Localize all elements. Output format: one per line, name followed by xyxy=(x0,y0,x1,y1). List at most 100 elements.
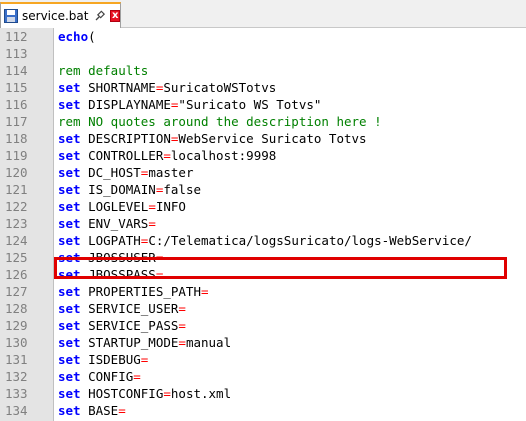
line-code: rem NO quotes around the description her… xyxy=(58,113,382,130)
line-number: 129 xyxy=(5,318,28,333)
line-code: set LOGLEVEL=INFO xyxy=(58,198,186,215)
code-line[interactable]: 124 set LOGPATH=C:/Telematica/logsSuricat… xyxy=(0,232,526,249)
text-token: DISPLAYNAME xyxy=(80,97,171,112)
line-code: set PROPERTIES_PATH= xyxy=(58,283,209,300)
line-number: 122 xyxy=(5,199,28,214)
comment-token: rem NO quotes around the description her… xyxy=(58,114,382,129)
text-token: CONFIG xyxy=(80,369,134,384)
text-token: CONTROLLER xyxy=(80,148,164,163)
line-code: set SERVICE_PASS= xyxy=(58,317,186,334)
line-number: 121 xyxy=(5,182,28,197)
keyword-token: set xyxy=(58,216,81,231)
line-code: set SHORTNAME=SuricatoWSTotvs xyxy=(58,79,276,96)
code-line[interactable]: 112 echo( xyxy=(0,28,526,45)
text-token: LOGLEVEL xyxy=(80,199,149,214)
text-token: HOSTCONFIG xyxy=(80,386,164,401)
text-token: WebService Suricato Totvs xyxy=(178,131,367,146)
line-number: 116 xyxy=(5,97,28,112)
line-code: set DC_HOST=master xyxy=(58,164,193,181)
line-number: 117 xyxy=(5,114,28,129)
operator-token: = xyxy=(148,199,156,214)
text-token: "Suricato WS Totvs" xyxy=(178,97,322,112)
text-token: SERVICE_USER xyxy=(80,301,179,316)
text-token: manual xyxy=(185,335,232,350)
text-token: STARTUP_MODE xyxy=(80,335,179,350)
line-code: set BASE= xyxy=(58,402,126,419)
code-line[interactable]: 117 rem NO quotes around the description … xyxy=(0,113,526,130)
operator-token: = xyxy=(178,335,186,350)
text-token: DC_HOST xyxy=(80,165,141,180)
code-line[interactable]: 132 set CONFIG= xyxy=(0,368,526,385)
text-token: INFO xyxy=(155,199,186,214)
line-code: set IS_DOMAIN=false xyxy=(58,181,201,198)
code-line[interactable]: 129 set SERVICE_PASS= xyxy=(0,317,526,334)
text-token: host.xml xyxy=(170,386,232,401)
code-line[interactable]: 123 set ENV_VARS= xyxy=(0,215,526,232)
tab-label: service.bat xyxy=(22,9,89,23)
code-line[interactable]: 130 set STARTUP_MODE=manual xyxy=(0,334,526,351)
text-token: SuricatoWSTotvs xyxy=(163,80,277,95)
keyword-token: set xyxy=(58,301,81,316)
pin-icon[interactable] xyxy=(94,10,106,22)
text-token: SERVICE_PASS xyxy=(80,318,179,333)
text-token: false xyxy=(163,182,202,197)
line-number: 113 xyxy=(5,46,28,61)
code-line[interactable]: 134 set BASE= xyxy=(0,402,526,419)
keyword-token: set xyxy=(58,386,81,401)
keyword-token: set xyxy=(58,80,81,95)
close-icon[interactable]: x xyxy=(110,10,120,22)
keyword-token: set xyxy=(58,97,81,112)
code-lines: 112 echo(113 114 rem defaults 115 set SHORTNA… xyxy=(0,28,526,419)
line-number: 123 xyxy=(5,216,28,231)
keyword-token: set xyxy=(58,335,81,350)
keyword-token: set xyxy=(58,233,81,248)
line-number: 124 xyxy=(5,233,28,248)
text-token: ( xyxy=(88,29,96,44)
code-editor[interactable]: 112 echo(113 114 rem defaults 115 set SHORTNA… xyxy=(0,28,526,421)
code-line[interactable]: 122 set LOGLEVEL=INFO xyxy=(0,198,526,215)
text-token: DESCRIPTION xyxy=(80,131,171,146)
line-number: 118 xyxy=(5,131,28,146)
code-line[interactable]: 133 set HOSTCONFIG=host.xml xyxy=(0,385,526,402)
keyword-token: set xyxy=(58,403,81,418)
operator-token: = xyxy=(178,301,186,316)
text-token: ENV_VARS xyxy=(80,216,149,231)
code-line[interactable]: 116 set DISPLAYNAME="Suricato WS Totvs" xyxy=(0,96,526,113)
code-line[interactable]: 131 set ISDEBUG= xyxy=(0,351,526,368)
text-token: PROPERTIES_PATH xyxy=(80,284,201,299)
line-number: 134 xyxy=(5,403,28,418)
code-line[interactable]: 119 set CONTROLLER=localhost:9998 xyxy=(0,147,526,164)
keyword-token: set xyxy=(58,352,81,367)
line-number: 119 xyxy=(5,148,28,163)
code-line[interactable]: 114 rem defaults xyxy=(0,62,526,79)
code-line[interactable]: 127 set PROPERTIES_PATH= xyxy=(0,283,526,300)
code-line[interactable]: 113 xyxy=(0,45,526,62)
keyword-token: set xyxy=(58,165,81,180)
text-token: C:/Telematica/logsSuricato/logs-WebServi… xyxy=(148,233,472,248)
keyword-token: echo xyxy=(58,29,89,44)
operator-token: = xyxy=(163,386,171,401)
code-line[interactable]: 118 set DESCRIPTION=WebService Suricato T… xyxy=(0,130,526,147)
code-line[interactable]: 121 set IS_DOMAIN=false xyxy=(0,181,526,198)
comment-token: rem defaults xyxy=(58,63,149,78)
operator-token: = xyxy=(148,216,156,231)
text-token: SHORTNAME xyxy=(80,80,156,95)
line-number: 120 xyxy=(5,165,28,180)
code-line[interactable]: 128 set SERVICE_USER= xyxy=(0,300,526,317)
line-number: 114 xyxy=(5,63,28,78)
operator-token: = xyxy=(178,318,186,333)
line-number: 127 xyxy=(5,284,28,299)
code-line[interactable]: 115 set SHORTNAME=SuricatoWSTotvs xyxy=(0,79,526,96)
line-code: set STARTUP_MODE=manual xyxy=(58,334,231,351)
text-token: ISDEBUG xyxy=(80,352,141,367)
keyword-token: set xyxy=(58,148,81,163)
code-line[interactable]: 120 set DC_HOST=master xyxy=(0,164,526,181)
operator-token: = xyxy=(140,352,149,367)
line-code: set HOSTCONFIG=host.xml xyxy=(58,385,231,402)
operator-token: = xyxy=(133,369,141,384)
line-code: set CONTROLLER=localhost:9998 xyxy=(58,147,276,164)
tab-service-bat[interactable]: service.bat x xyxy=(0,2,121,28)
text-token: BASE xyxy=(80,403,119,418)
keyword-token: set xyxy=(58,182,81,197)
save-icon xyxy=(4,9,18,23)
